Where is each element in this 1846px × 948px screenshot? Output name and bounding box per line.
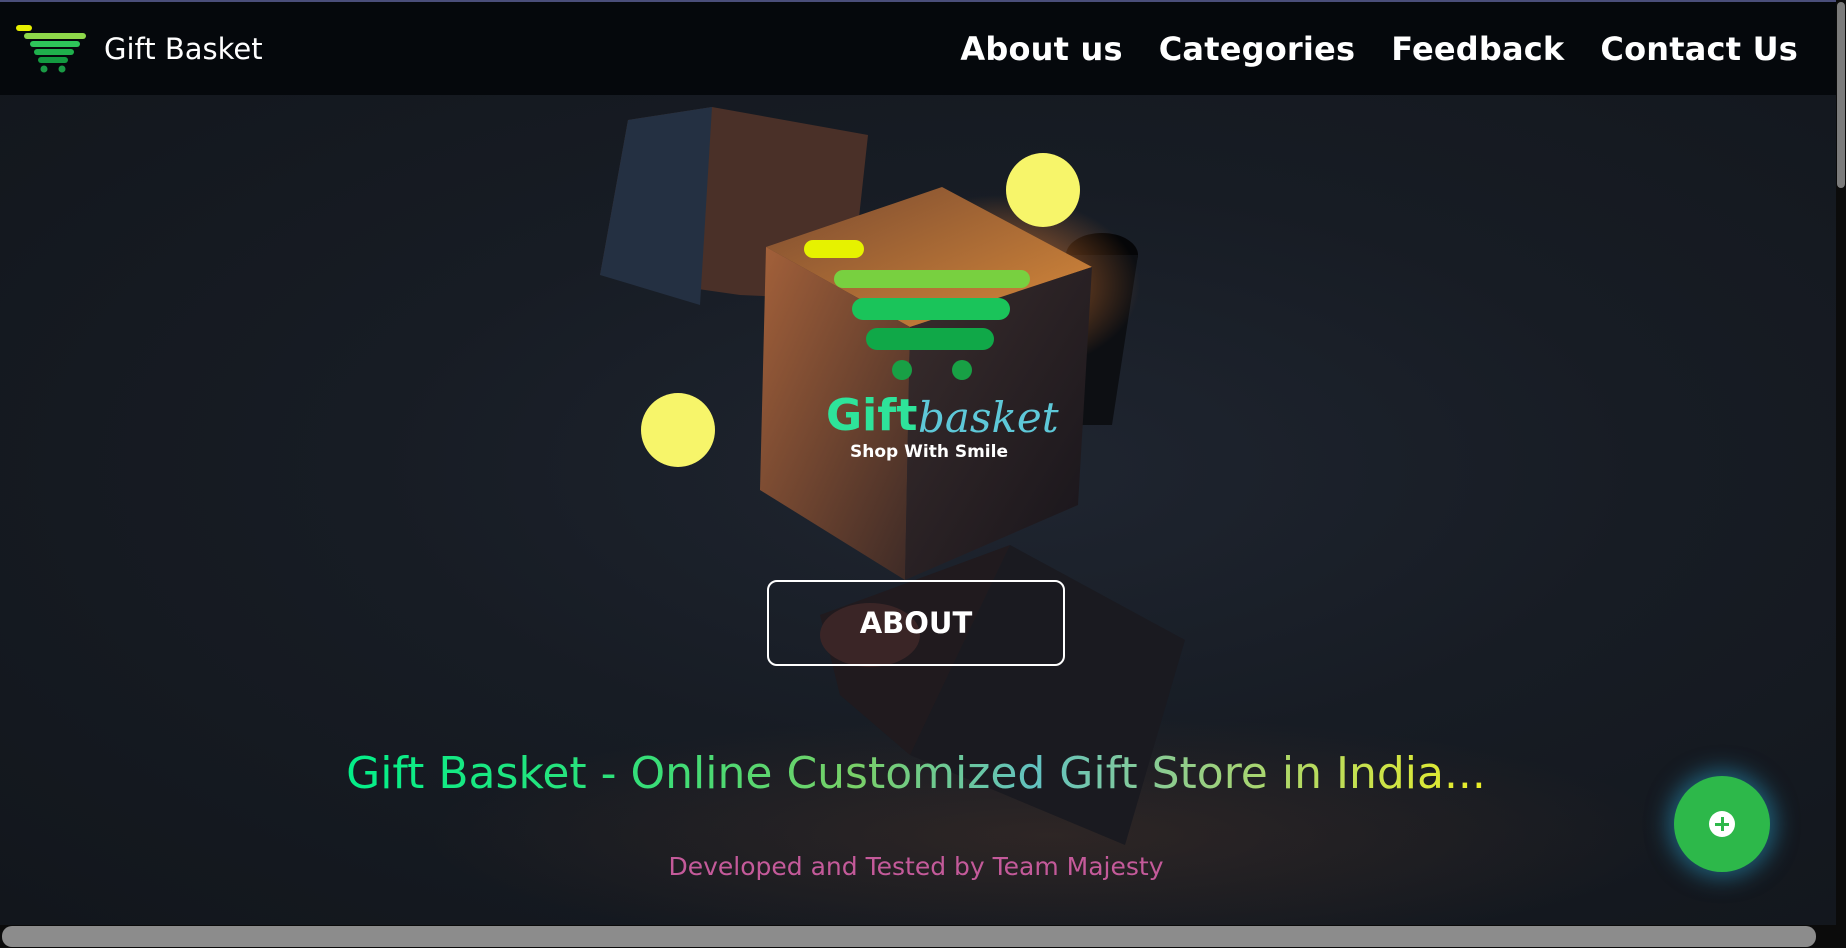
plus-circle-icon: [1709, 811, 1735, 837]
brand[interactable]: Gift Basket: [16, 21, 263, 77]
about-button[interactable]: ABOUT: [767, 580, 1065, 666]
horizontal-scrollbar-thumb[interactable]: [2, 926, 1816, 947]
logo-tagline: Shop With Smile: [850, 442, 1008, 462]
vertical-scrollbar-thumb[interactable]: [1837, 2, 1845, 188]
nav-link-about-us[interactable]: About us: [960, 30, 1122, 68]
floating-action-button[interactable]: [1674, 776, 1770, 872]
nav-link-contact-us[interactable]: Contact Us: [1600, 30, 1798, 68]
logo-word-gift: Gift: [826, 390, 918, 441]
hero-section: [0, 95, 1836, 925]
hero-headline: Gift Basket - Online Customized Gift Sto…: [326, 748, 1506, 799]
nav-links: About us Categories Feedback Contact Us: [924, 30, 1798, 68]
brand-name: Gift Basket: [104, 31, 263, 66]
hero-background-art: [430, 107, 1670, 925]
developer-credit: Developed and Tested by Team Majesty: [668, 852, 1164, 881]
nav-link-feedback[interactable]: Feedback: [1391, 30, 1564, 68]
cart-logo-icon: [16, 24, 86, 72]
nav-link-categories[interactable]: Categories: [1159, 30, 1355, 68]
navbar: Gift Basket About us Categories Feedback…: [0, 2, 1836, 95]
logo-word-basket: basket: [918, 393, 1059, 442]
